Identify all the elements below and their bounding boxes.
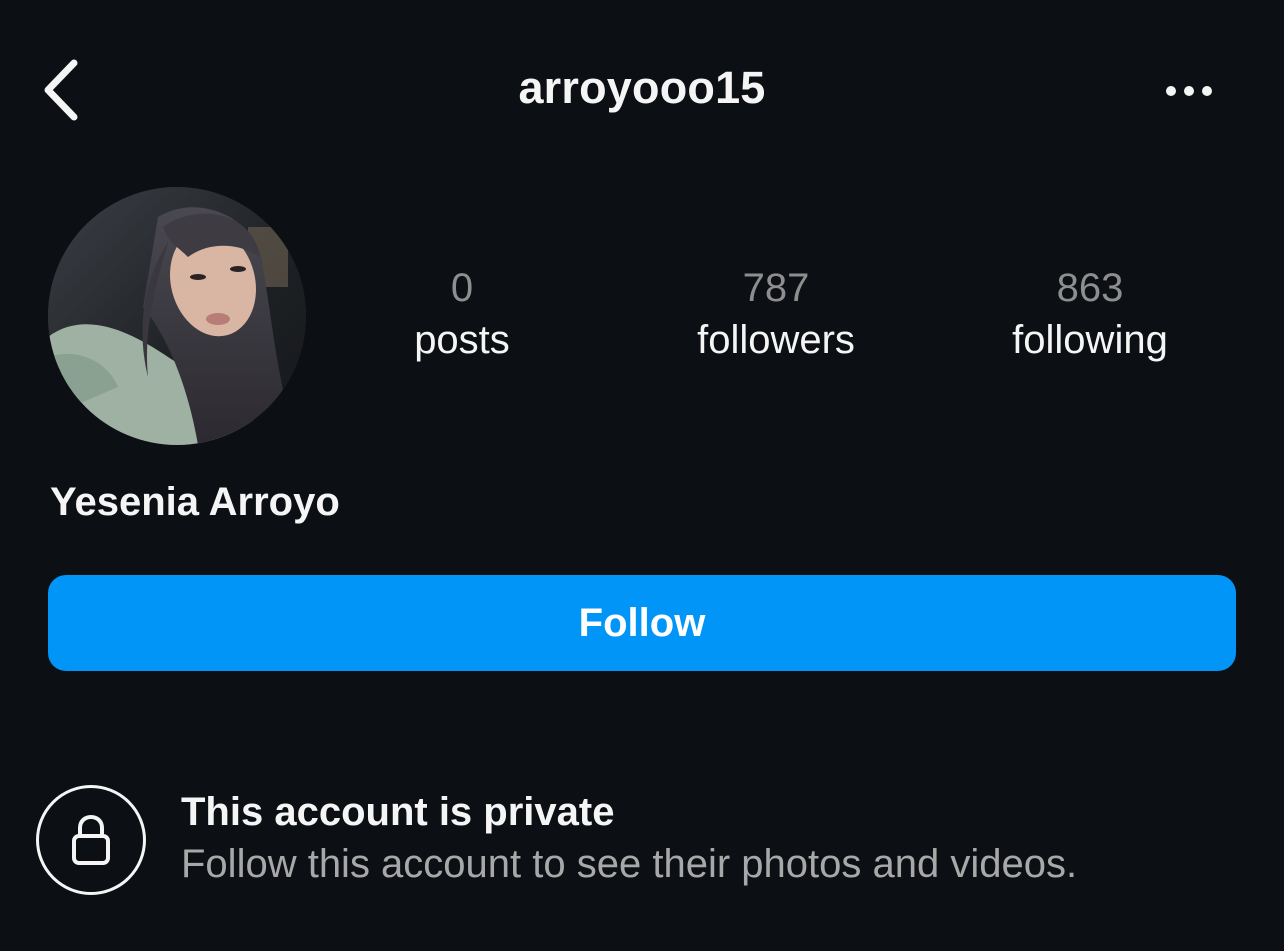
follow-button[interactable]: Follow — [48, 575, 1236, 671]
posts-count: 0 — [450, 266, 474, 310]
profile-avatar[interactable] — [48, 187, 306, 445]
profile-username: arroyooo15 — [518, 62, 766, 113]
following-label: following — [1012, 318, 1168, 362]
top-bar: arroyooo15 — [0, 0, 1284, 180]
private-account-title: This account is private — [181, 790, 615, 834]
posts-label: posts — [414, 318, 510, 362]
following-count: 863 — [1056, 266, 1124, 310]
lock-badge — [36, 785, 146, 895]
followers-count: 787 — [742, 266, 810, 310]
more-horizontal-icon — [1166, 86, 1212, 96]
avatar-photo — [48, 187, 306, 445]
stat-followers[interactable]: 787 followers — [646, 262, 906, 366]
stat-following[interactable]: 863 following — [960, 262, 1220, 366]
more-options-button[interactable] — [1155, 70, 1223, 112]
profile-display-name: Yesenia Arroyo — [50, 480, 340, 524]
private-account-subtitle: Follow this account to see their photos … — [181, 842, 1078, 886]
lock-icon — [72, 814, 110, 865]
stat-posts: 0 posts — [332, 262, 592, 366]
followers-label: followers — [697, 318, 855, 362]
